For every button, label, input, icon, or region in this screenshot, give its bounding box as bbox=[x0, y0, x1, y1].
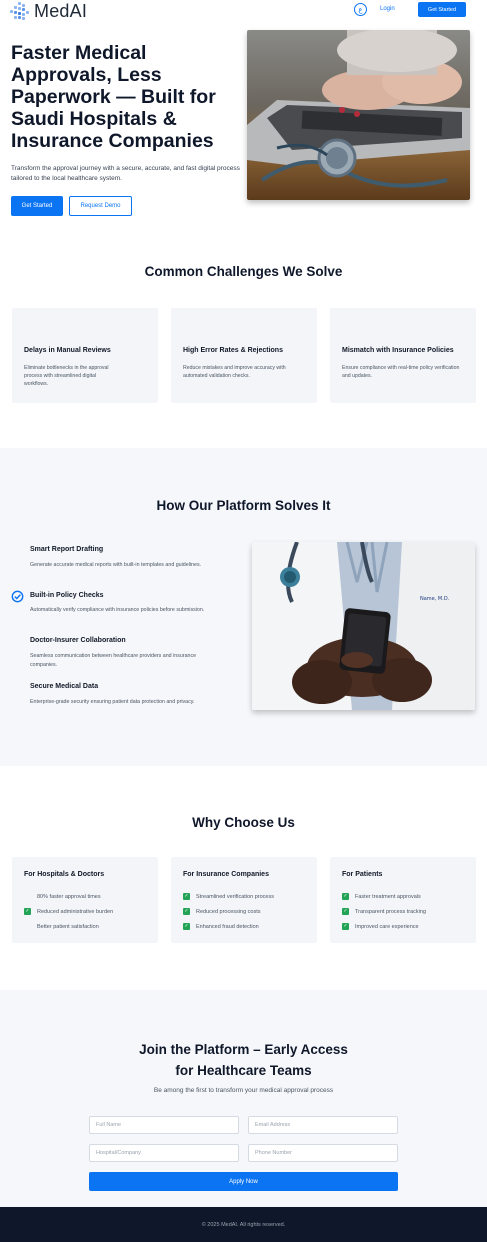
why-title: Why Choose Us bbox=[192, 815, 295, 830]
benefit-text: Improved care experience bbox=[355, 923, 419, 930]
feature-title: Secure Medical Data bbox=[30, 683, 99, 690]
doctor-smartphone-photo: Name, M.D. bbox=[252, 542, 475, 710]
challenge-card: High Error Rates & Rejections Reduce mis… bbox=[171, 308, 317, 403]
feature-description: Seamless communication between healthcar… bbox=[30, 653, 197, 668]
join-title-line1: Join the Platform – Early Access bbox=[139, 1042, 348, 1057]
benefit-item: ✓ Reduced processing costs bbox=[183, 904, 274, 919]
checkbox-icon: ✓ bbox=[342, 908, 349, 915]
hero-subtitle: Transform the approval journey with a se… bbox=[11, 165, 240, 182]
challenge-card: Mismatch with Insurance Policies Ensure … bbox=[330, 308, 476, 403]
benefit-text: Streamlined verification process bbox=[196, 893, 274, 900]
checkbox-icon: ✓ bbox=[183, 923, 190, 930]
benefit-text: Faster treatment approvals bbox=[355, 893, 421, 900]
benefit-text: Better patient satisfaction bbox=[37, 923, 99, 930]
challenge-title: High Error Rates & Rejections bbox=[183, 347, 283, 354]
phone-field[interactable]: Phone Number bbox=[248, 1144, 398, 1162]
request-demo-button[interactable]: Request Demo bbox=[69, 196, 132, 216]
feature-description: Automatically verify compliance with ins… bbox=[30, 607, 205, 613]
platform-image: Name, M.D. bbox=[252, 542, 475, 710]
benefit-text: Enhanced fraud detection bbox=[196, 923, 259, 930]
benefit-list: ✓ Streamlined verification process ✓ Reduc… bbox=[183, 889, 274, 934]
benefit-text: Reduced processing costs bbox=[196, 908, 261, 915]
benefit-item: ✓ Faster treatment approvals bbox=[342, 889, 426, 904]
join-title: Join the Platform – Early Access for Hea… bbox=[0, 1039, 487, 1081]
apply-now-button[interactable]: Apply Now bbox=[89, 1172, 398, 1191]
language-symbol: ع bbox=[358, 6, 363, 14]
company-field[interactable]: Hospital/Company bbox=[89, 1144, 239, 1162]
benefit-text: 80% faster approval times bbox=[37, 893, 101, 900]
platform-title: How Our Platform Solves It bbox=[156, 498, 331, 513]
logo-dots-icon bbox=[10, 2, 30, 20]
why-card: For Insurance Companies ✓ Streamlined ver… bbox=[171, 857, 317, 943]
join-subtitle: Be among the first to transform your med… bbox=[153, 1087, 334, 1094]
full-name-field[interactable]: Full Name bbox=[89, 1116, 239, 1134]
header-get-started-button[interactable]: Get Started bbox=[418, 2, 466, 17]
benefit-text: Reduced administrative burden bbox=[37, 908, 114, 915]
laptop-stethoscope-photo bbox=[247, 30, 470, 200]
benefit-list: ✓ Faster treatment approvals ✓ Transparent… bbox=[342, 889, 426, 934]
feature-description: Enterprise-grade security ensuring patie… bbox=[30, 699, 195, 705]
copyright-text: © 2025 MedAI. All rights reserved. bbox=[201, 1221, 286, 1228]
benefit-item: ✓ Reduced administrative burden bbox=[24, 904, 113, 919]
benefit-item: Better patient satisfaction bbox=[24, 919, 113, 934]
feature-description: Generate accurate medical reports with b… bbox=[30, 562, 202, 568]
benefit-item: 80% faster approval times bbox=[24, 889, 113, 904]
email-field[interactable]: Email Address bbox=[248, 1116, 398, 1134]
checkbox-icon: ✓ bbox=[342, 923, 349, 930]
why-card-title: For Insurance Companies bbox=[183, 871, 269, 878]
footer: © 2025 MedAI. All rights reserved. bbox=[0, 1207, 487, 1242]
benefit-text: Transparent process tracking bbox=[355, 908, 427, 915]
why-card: For Hospitals & Doctors 80% faster appro… bbox=[12, 857, 158, 943]
challenges-title: Common Challenges We Solve bbox=[144, 264, 343, 279]
benefit-item: ✓ Improved care experience bbox=[342, 919, 426, 934]
hero-image bbox=[247, 30, 470, 200]
logo[interactable]: MedAI bbox=[10, 1, 87, 21]
benefit-item: ✓ Enhanced fraud detection bbox=[183, 919, 274, 934]
feature-title: Built-in Policy Checks bbox=[30, 592, 104, 599]
challenge-description: Eliminate bottlenecks in the approval pr… bbox=[24, 365, 109, 387]
why-card: For Patients ✓ Faster treatment approvals… bbox=[330, 857, 476, 943]
challenge-description: Ensure compliance with real-time policy … bbox=[342, 365, 460, 379]
feature-title: Smart Report Drafting bbox=[30, 546, 104, 553]
logo-text: MedAI bbox=[34, 0, 88, 21]
challenge-card: Delays in Manual Reviews Eliminate bottl… bbox=[12, 308, 158, 403]
login-link[interactable]: Login bbox=[380, 6, 395, 12]
get-started-button[interactable]: Get Started bbox=[11, 196, 63, 216]
why-card-title: For Hospitals & Doctors bbox=[24, 871, 105, 878]
challenge-title: Delays in Manual Reviews bbox=[24, 347, 111, 354]
feature-title: Doctor-Insurer Collaboration bbox=[30, 637, 126, 644]
why-card-title: For Patients bbox=[342, 871, 383, 878]
challenge-title: Mismatch with Insurance Policies bbox=[342, 347, 454, 354]
hero-title: Faster Medical Approvals, Less Paperwork… bbox=[11, 42, 216, 152]
benefit-item: ✓ Streamlined verification process bbox=[183, 889, 274, 904]
check-circle-icon bbox=[11, 590, 24, 603]
join-title-line2: for Healthcare Teams bbox=[175, 1063, 312, 1078]
checkbox-icon: ✓ bbox=[24, 908, 31, 915]
checkbox-icon: ✓ bbox=[342, 893, 349, 900]
benefit-list: 80% faster approval times ✓ Reduced admin… bbox=[24, 889, 113, 934]
challenge-description: Reduce mistakes and improve accuracy wit… bbox=[183, 365, 286, 379]
svg-text:Name, M.D.: Name, M.D. bbox=[420, 596, 450, 602]
benefit-item: ✓ Transparent process tracking bbox=[342, 904, 426, 919]
language-icon[interactable]: ع bbox=[354, 3, 367, 16]
checkbox-icon: ✓ bbox=[183, 908, 190, 915]
checkbox-icon: ✓ bbox=[183, 893, 190, 900]
